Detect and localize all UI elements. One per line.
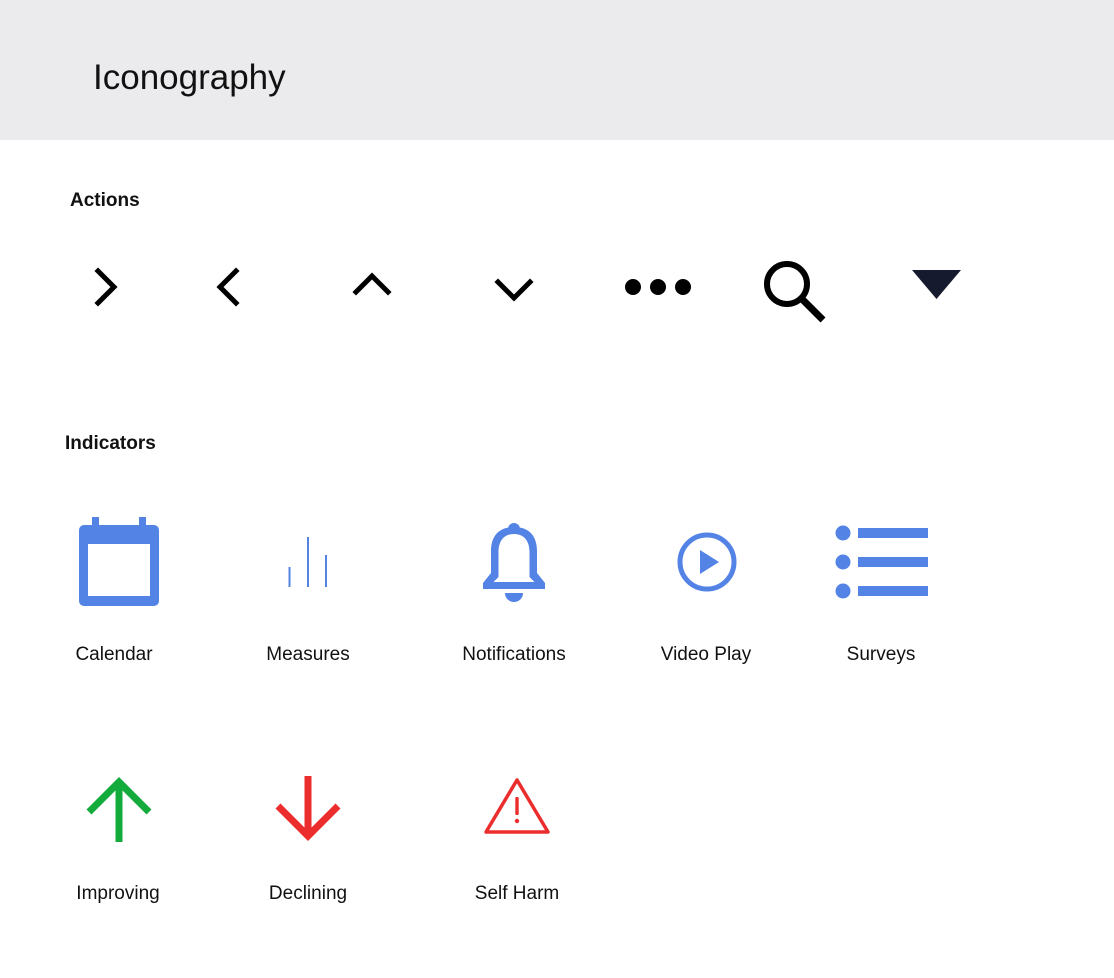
calendar-icon — [79, 517, 159, 607]
surveys-label: Surveys — [846, 644, 916, 665]
measures-label: Measures — [266, 644, 350, 665]
notifications-label: Notifications — [462, 644, 566, 665]
chevron-up-icon[interactable] — [352, 272, 392, 298]
video-play-label: Video Play — [660, 644, 752, 665]
measures-icon — [287, 536, 329, 588]
calendar-label: Calendar — [75, 644, 153, 665]
bell-icon — [481, 523, 547, 603]
caret-down-icon[interactable] — [912, 270, 961, 299]
page-title: Iconography — [93, 58, 286, 97]
video-play-icon — [676, 530, 738, 594]
chevron-down-icon[interactable] — [494, 278, 534, 304]
more-horizontal-icon[interactable] — [625, 279, 691, 295]
improving-label: Improving — [76, 883, 160, 904]
arrow-up-icon — [86, 776, 152, 842]
list-icon — [835, 525, 929, 599]
chevron-left-icon[interactable] — [214, 267, 240, 307]
page-header: Iconography — [0, 0, 1114, 140]
declining-label: Declining — [268, 883, 348, 904]
warning-icon — [483, 776, 551, 836]
search-icon[interactable] — [763, 260, 827, 324]
chevron-right-icon[interactable] — [94, 267, 120, 307]
self-harm-label: Self Harm — [474, 883, 560, 904]
arrow-down-icon — [275, 776, 341, 842]
indicators-section-title: Indicators — [65, 433, 156, 454]
actions-section-title: Actions — [70, 190, 140, 211]
